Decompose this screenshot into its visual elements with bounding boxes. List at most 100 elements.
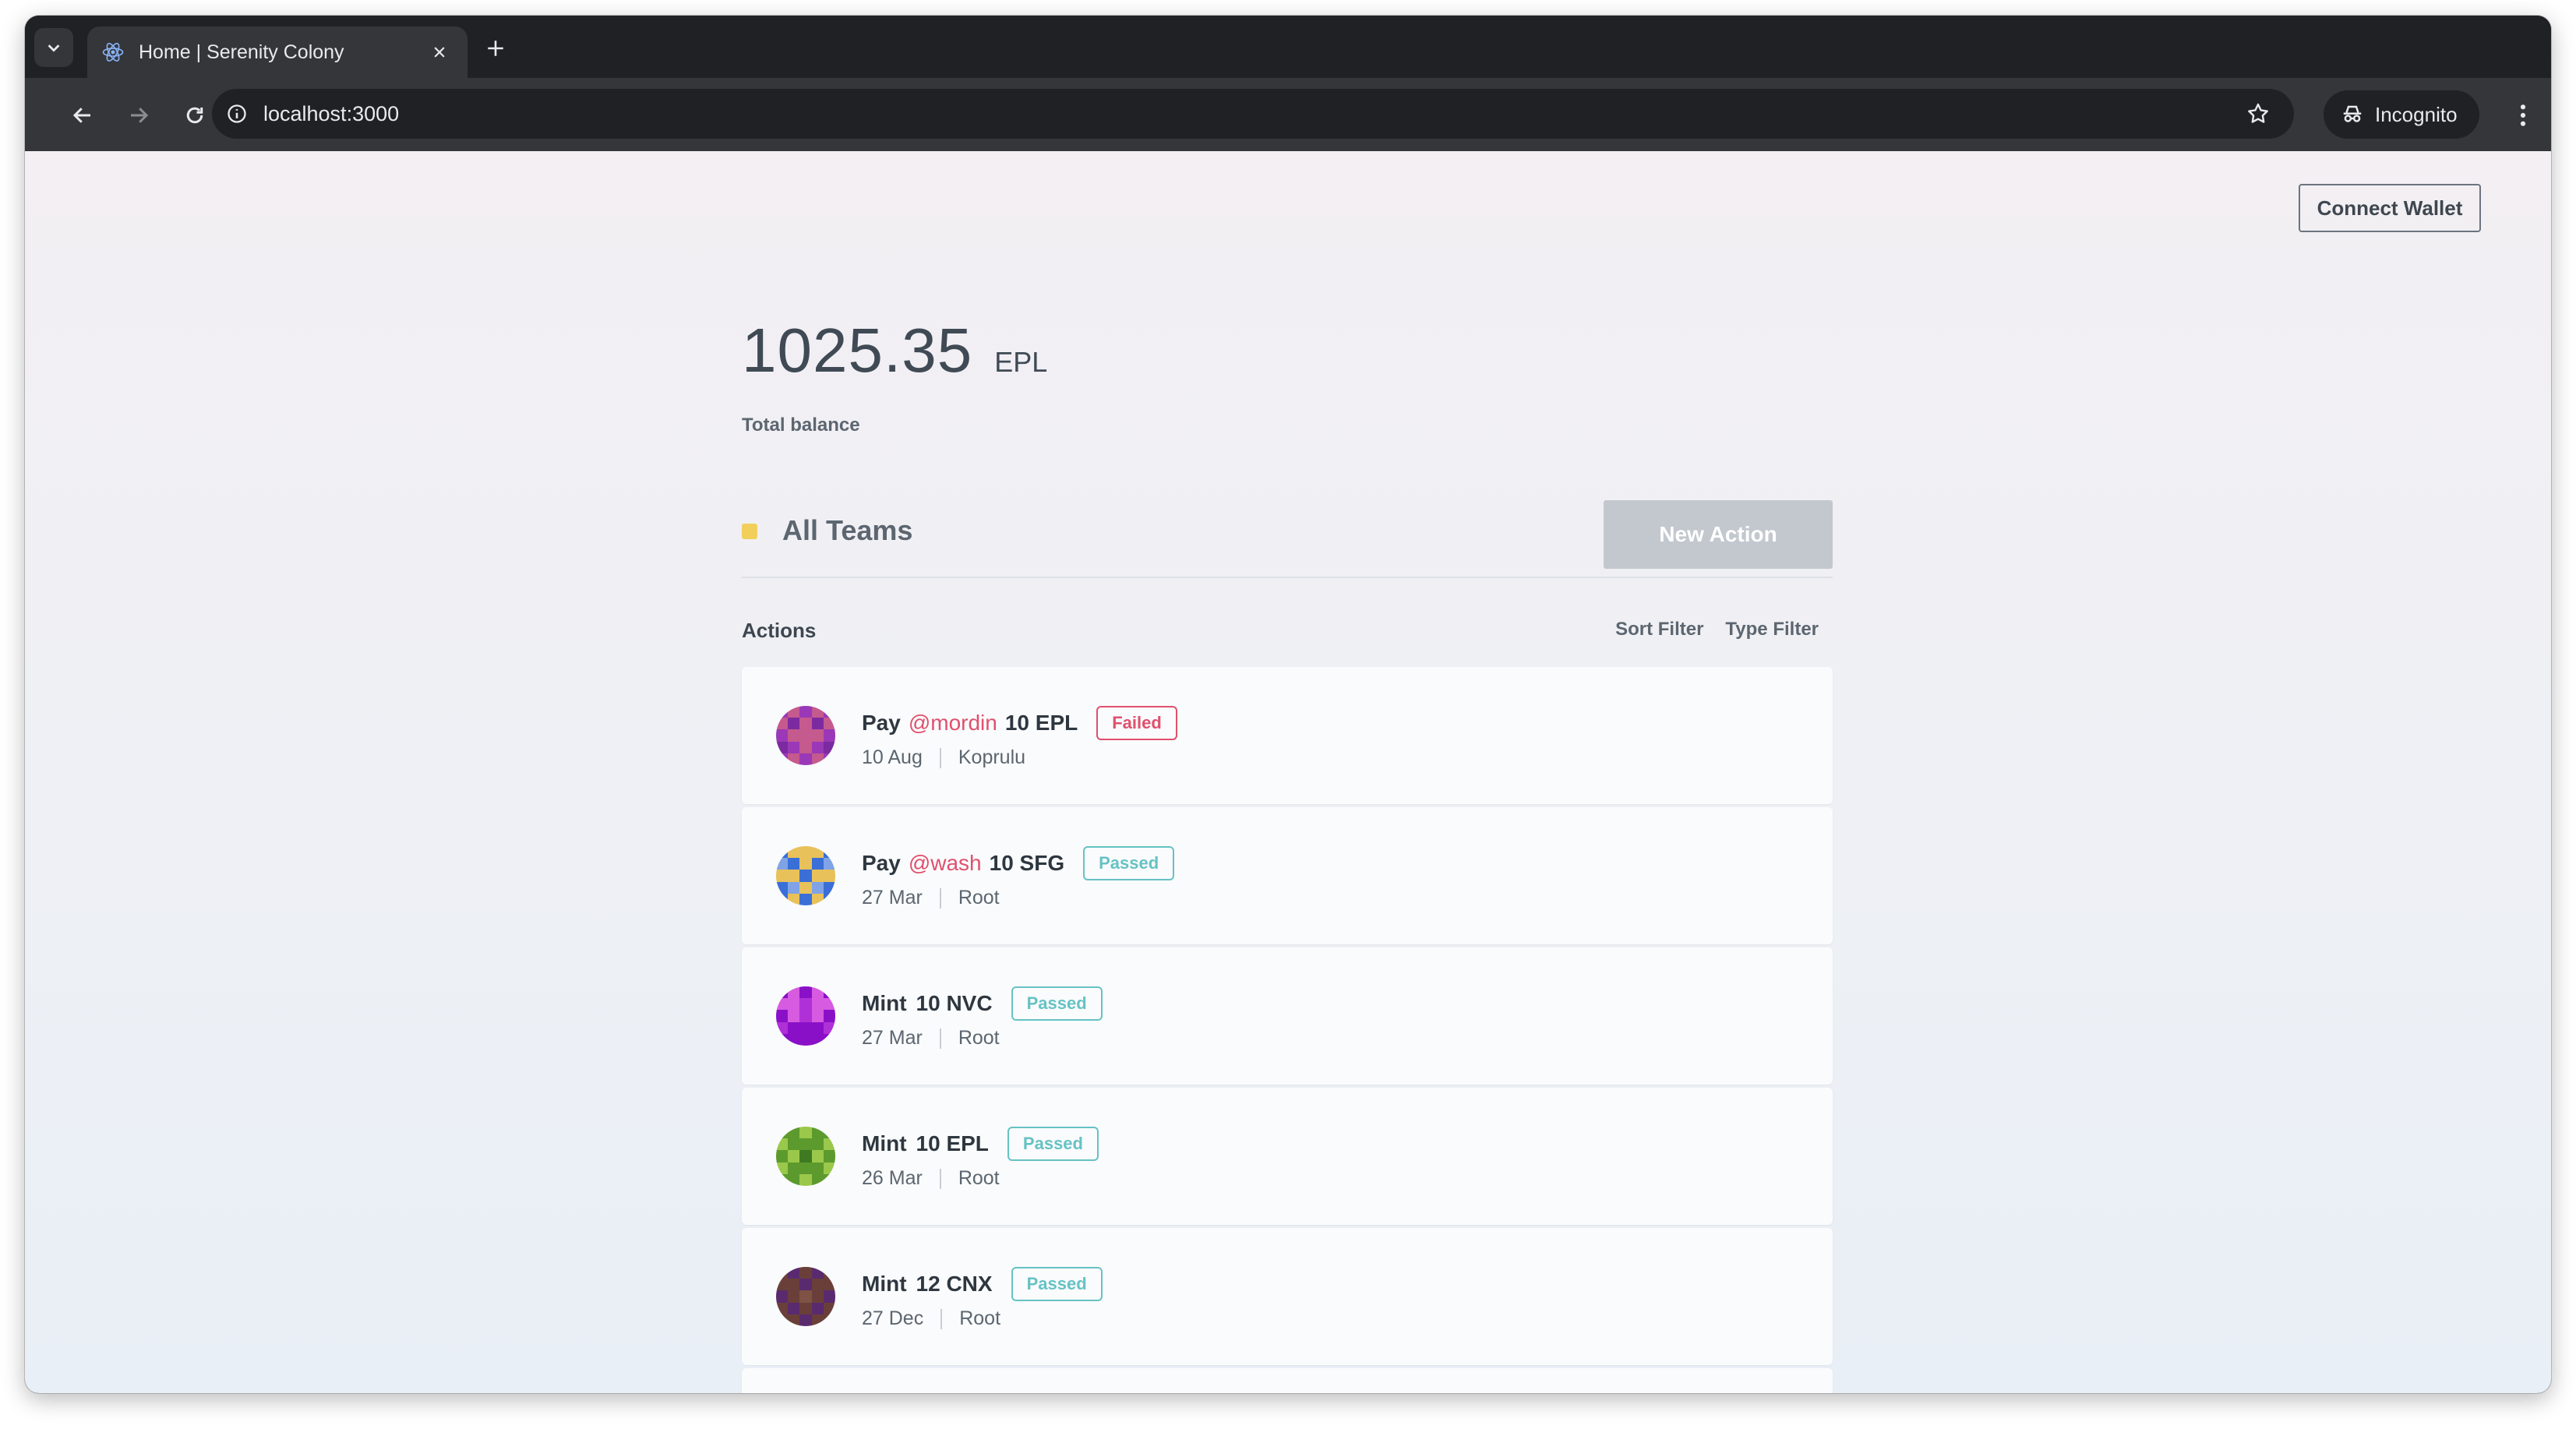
avatar-pixel bbox=[811, 729, 824, 742]
back-button[interactable] bbox=[64, 97, 101, 134]
avatar-pixel bbox=[788, 893, 800, 905]
incognito-indicator[interactable]: Incognito bbox=[2324, 90, 2479, 139]
avatar-pixel bbox=[811, 1302, 824, 1314]
avatar-pixel bbox=[788, 1314, 800, 1326]
action-title: Pay @mordin 10 EPL Failed bbox=[862, 706, 1177, 740]
avatar-pixel bbox=[788, 706, 800, 718]
avatar-pixel bbox=[799, 1021, 812, 1034]
avatar-pixel bbox=[823, 893, 835, 905]
avatar-pixel bbox=[811, 870, 824, 882]
avatar-pixel bbox=[776, 986, 789, 999]
avatar-pixel bbox=[811, 1173, 824, 1186]
page-content: Connect Wallet 1025.35 EPL Total balance… bbox=[25, 151, 2551, 1393]
avatar-pixel bbox=[776, 1127, 789, 1139]
action-recipient[interactable]: @mordin bbox=[909, 711, 997, 736]
action-item[interactable]: Pay @wash 10 SFG Passed 27 Mar Root bbox=[742, 807, 1833, 944]
action-amount: 10 NVC bbox=[916, 991, 993, 1015]
meta-divider bbox=[939, 887, 941, 908]
avatar-pixel bbox=[776, 1021, 789, 1034]
avatar-pixel bbox=[823, 1021, 835, 1034]
avatar-pixel bbox=[788, 1173, 800, 1186]
action-meta: 10 Aug Koprulu bbox=[862, 746, 1025, 769]
avatar-pixel bbox=[811, 1162, 824, 1174]
reload-button[interactable] bbox=[176, 97, 213, 134]
actions-title: Actions bbox=[742, 619, 817, 642]
avatar-pixel bbox=[788, 1021, 800, 1034]
action-meta: 27 Mar Root bbox=[862, 1027, 1000, 1050]
action-item[interactable] bbox=[742, 1368, 1833, 1393]
action-recipient[interactable]: @wash bbox=[909, 851, 982, 876]
avatar-pixel bbox=[788, 729, 800, 742]
avatar-pixel bbox=[823, 998, 835, 1011]
meta-divider bbox=[939, 1028, 941, 1049]
info-icon[interactable] bbox=[226, 103, 248, 125]
action-item[interactable]: Pay @mordin 10 EPL Failed 10 Aug Koprulu bbox=[742, 667, 1833, 804]
avatar-pixel bbox=[811, 986, 824, 999]
tab-home[interactable]: Home | Serenity Colony bbox=[87, 26, 468, 78]
avatar-pixel bbox=[788, 870, 800, 882]
avatar bbox=[776, 1127, 835, 1186]
sort-filter[interactable]: Sort Filter bbox=[1615, 619, 1703, 640]
avatar-pixel bbox=[788, 858, 800, 870]
action-verb: Mint bbox=[862, 991, 907, 1015]
action-item[interactable]: Mint 12 CNX Passed 27 Dec Root bbox=[742, 1228, 1833, 1365]
action-item[interactable]: Mint 10 EPL Passed 26 Mar Root bbox=[742, 1088, 1833, 1225]
new-tab-button[interactable] bbox=[478, 31, 513, 65]
filters: Sort Filter Type Filter bbox=[1615, 619, 1819, 640]
team-selector[interactable]: All Teams bbox=[782, 514, 912, 547]
avatar-pixel bbox=[799, 1162, 812, 1174]
avatar-pixel bbox=[811, 858, 824, 870]
avatar bbox=[776, 706, 835, 765]
new-action-button[interactable]: New Action bbox=[1604, 500, 1833, 569]
teams-bar: All Teams New Action bbox=[742, 500, 1833, 578]
avatar-pixel bbox=[799, 881, 812, 894]
type-filter[interactable]: Type Filter bbox=[1725, 619, 1819, 640]
action-amount: 10 EPL bbox=[1004, 711, 1078, 735]
avatar-pixel bbox=[823, 1162, 835, 1174]
avatar-pixel bbox=[776, 1314, 789, 1326]
avatar-pixel bbox=[776, 893, 789, 905]
url-text: localhost:3000 bbox=[263, 101, 400, 125]
balance-value: 1025.35 bbox=[742, 316, 973, 385]
bookmark-button[interactable] bbox=[2243, 98, 2274, 129]
avatar-pixel bbox=[776, 870, 789, 882]
avatar-pixel bbox=[811, 1150, 824, 1163]
forward-button[interactable] bbox=[120, 97, 157, 134]
avatar-pixel bbox=[788, 1267, 800, 1279]
action-team: Root bbox=[958, 1167, 1000, 1189]
avatar-pixel bbox=[811, 1127, 824, 1139]
avatar-pixel bbox=[811, 753, 824, 765]
avatar-pixel bbox=[823, 741, 835, 753]
avatar-pixel bbox=[823, 1302, 835, 1314]
avatar-pixel bbox=[823, 729, 835, 742]
address-bar[interactable]: localhost:3000 bbox=[212, 89, 2294, 139]
avatar-pixel bbox=[823, 1150, 835, 1163]
tab-search-button[interactable] bbox=[34, 28, 73, 67]
team-color-dot bbox=[742, 524, 757, 539]
action-amount: 12 CNX bbox=[916, 1272, 993, 1296]
avatar-pixel bbox=[823, 1127, 835, 1139]
avatar-pixel bbox=[799, 753, 812, 765]
avatar-pixel bbox=[776, 881, 789, 894]
avatar-pixel bbox=[799, 1314, 812, 1326]
avatar-pixel bbox=[823, 1173, 835, 1186]
avatar-pixel bbox=[799, 718, 812, 730]
star-icon bbox=[2248, 103, 2268, 123]
avatar-pixel bbox=[799, 1173, 812, 1186]
action-verb: Pay bbox=[862, 711, 901, 735]
avatar-pixel bbox=[799, 1302, 812, 1314]
browser-menu-button[interactable] bbox=[2506, 97, 2540, 134]
avatar-pixel bbox=[788, 881, 800, 894]
action-item[interactable]: Mint 10 NVC Passed 27 Mar Root bbox=[742, 947, 1833, 1085]
tab-close-button[interactable] bbox=[425, 38, 453, 66]
avatar-pixel bbox=[823, 1138, 835, 1151]
avatar-pixel bbox=[799, 998, 812, 1011]
avatar-pixel bbox=[799, 1267, 812, 1279]
avatar-pixel bbox=[823, 986, 835, 999]
connect-wallet-button[interactable]: Connect Wallet bbox=[2299, 184, 2481, 232]
avatar-pixel bbox=[788, 1138, 800, 1151]
avatar-pixel bbox=[811, 1033, 824, 1046]
action-date: 27 Dec bbox=[862, 1307, 924, 1329]
avatar-pixel bbox=[823, 858, 835, 870]
avatar-pixel bbox=[788, 1162, 800, 1174]
